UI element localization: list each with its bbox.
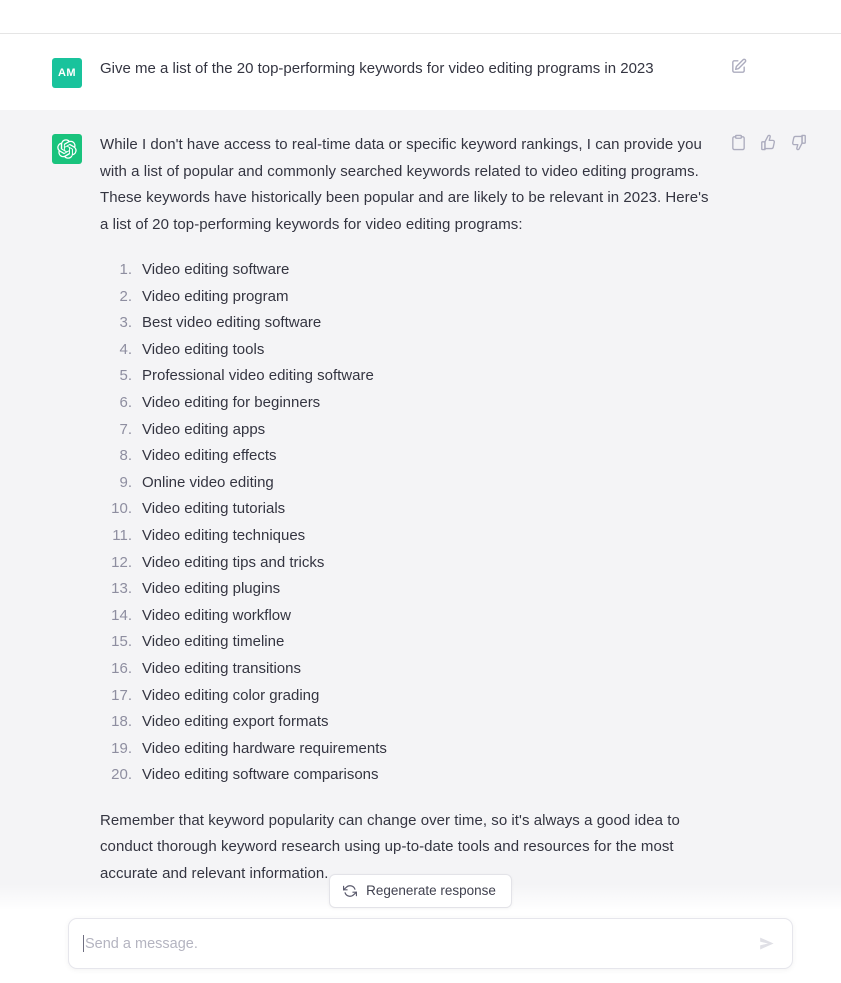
user-avatar-container: AM (0, 56, 100, 88)
refresh-icon (343, 884, 358, 898)
user-message-text: Give me a list of the 20 top-performing … (100, 60, 654, 77)
list-item: Video editing software (100, 257, 290, 283)
list-item: Video editing effects (100, 443, 277, 469)
copy-icon[interactable] (730, 134, 747, 151)
list-item: Video editing plugins (100, 576, 281, 602)
avatar-initials: AM (58, 67, 76, 79)
assistant-avatar-container (0, 132, 100, 887)
openai-logo-icon (52, 134, 82, 164)
list-item: Online video editing (100, 470, 274, 496)
list-item: Video editing tutorials (100, 496, 286, 522)
assistant-message-content: While I don't have access to real-time d… (100, 132, 722, 887)
top-divider-strip (0, 0, 841, 34)
user-message-row: AM Give me a list of the 20 top-performi… (0, 34, 841, 110)
list-item: Video editing for beginners (100, 390, 321, 416)
thumbs-down-icon[interactable] (790, 134, 807, 151)
list-item: Video editing workflow (100, 603, 291, 629)
list-item: Video editing techniques (100, 523, 306, 549)
user-message-content: Give me a list of the 20 top-performing … (100, 56, 722, 88)
list-item: Video editing tips and tricks (100, 550, 325, 576)
list-item: Video editing program (100, 284, 289, 310)
assistant-intro-paragraph: While I don't have access to real-time d… (100, 136, 709, 233)
list-item: Video editing apps (100, 417, 266, 443)
list-item: Video editing hardware requirements (100, 736, 387, 762)
list-item: Video editing color grading (100, 683, 320, 709)
list-item: Video editing software comparisons (100, 762, 379, 788)
list-item: Video editing export formats (100, 709, 329, 735)
user-message-actions (722, 56, 832, 88)
thumbs-up-icon[interactable] (760, 134, 777, 151)
list-item: Best video editing software (100, 310, 322, 336)
list-item: Video editing tools (100, 337, 265, 363)
assistant-message-actions (722, 132, 832, 887)
edit-square-icon[interactable] (730, 58, 747, 75)
regenerate-button-label: Regenerate response (366, 883, 496, 899)
text-caret (83, 935, 84, 952)
list-item: Video editing timeline (100, 629, 285, 655)
send-arrow-icon[interactable] (757, 934, 776, 953)
list-item: Professional video editing software (100, 363, 374, 389)
message-composer[interactable] (68, 918, 793, 969)
assistant-message-row: While I don't have access to real-time d… (0, 110, 841, 910)
regenerate-response-button[interactable]: Regenerate response (329, 874, 512, 908)
avatar: AM (52, 58, 82, 88)
regenerate-button-container: Regenerate response (0, 874, 841, 908)
message-input[interactable] (85, 935, 757, 952)
keyword-list: Video editing software Video editing pro… (100, 257, 714, 789)
list-item: Video editing transitions (100, 656, 301, 682)
